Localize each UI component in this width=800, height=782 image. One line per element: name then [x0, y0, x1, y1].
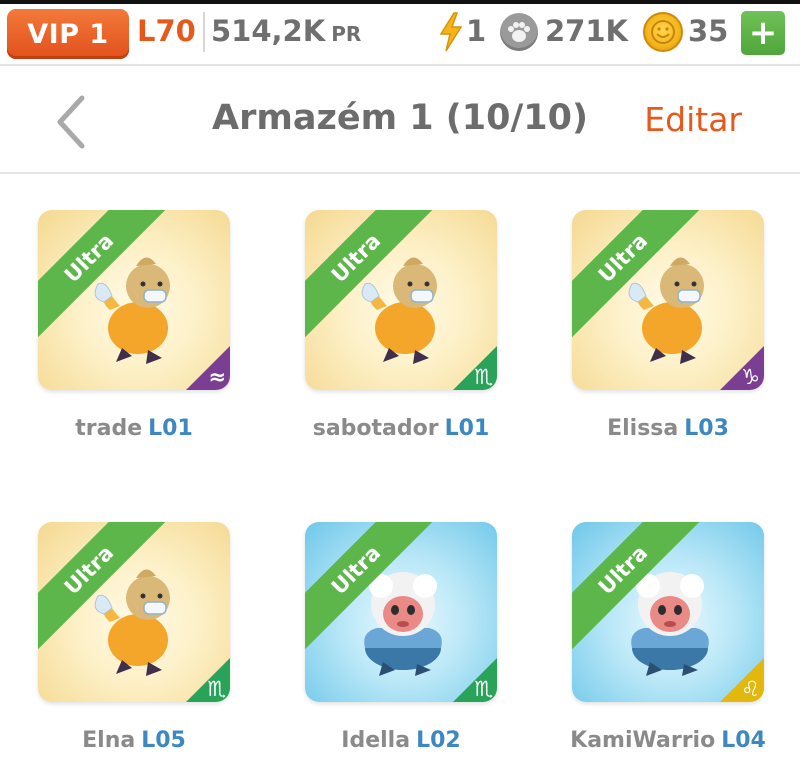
power-rating: 514,2K PR: [211, 14, 361, 48]
energy-count: 1: [466, 14, 487, 48]
zodiac-icon: ♏: [474, 677, 493, 701]
paw-icon: [500, 13, 538, 51]
page-header: Armazém 1 (10/10) Editar: [0, 68, 800, 174]
pet-card[interactable]: Ultra ♌: [572, 522, 764, 702]
pet-card[interactable]: Ultra ♏: [305, 210, 497, 390]
pet-name: Elissa: [607, 416, 679, 441]
pet-card[interactable]: Ultra ♏: [305, 522, 497, 702]
pet-name-label: Elna L05: [1, 728, 267, 753]
pet-card[interactable]: Ultra ♑: [572, 210, 764, 390]
edit-button[interactable]: Editar: [644, 100, 742, 139]
zodiac-icon: ♌: [741, 677, 760, 701]
power-unit: PR: [331, 22, 362, 46]
pet-name-label: Idella L02: [268, 728, 534, 753]
pet-level: L03: [684, 416, 729, 441]
pet-card[interactable]: Ultra ♏: [38, 522, 230, 702]
divider: [203, 12, 205, 52]
vip-badge[interactable]: VIP 1: [7, 9, 129, 59]
pet-name-label: KamiWarrio L04: [535, 728, 800, 753]
pet-name: KamiWarrio: [570, 728, 716, 753]
pet-name: Elna: [82, 728, 136, 753]
pet-name-label: trade L01: [1, 416, 267, 441]
lightning-icon: [439, 12, 463, 52]
status-bar: VIP 1 L70 514,2K PR 1 271K 35 +: [0, 0, 800, 66]
paw-count: 271K: [545, 14, 629, 48]
pet-level: L01: [444, 416, 490, 441]
player-level: L70: [137, 14, 196, 48]
coin-count: 35: [688, 14, 729, 48]
zodiac-icon: ♏: [207, 677, 226, 701]
pet-name: trade: [75, 416, 143, 441]
pet-card[interactable]: Ultra ≈: [38, 210, 230, 390]
pet-level: L02: [416, 728, 461, 753]
pet-name-label: sabotador L01: [268, 416, 534, 441]
add-coins-button[interactable]: +: [741, 11, 785, 55]
zodiac-icon: ≈: [208, 365, 226, 389]
power-value: 514,2K: [211, 14, 326, 48]
coin-icon: [643, 12, 683, 52]
pet-level: L01: [148, 416, 193, 441]
status-strip: [0, 0, 800, 4]
pet-level: L05: [141, 728, 186, 753]
zodiac-icon: ♑: [741, 365, 760, 389]
pet-name: sabotador: [312, 416, 439, 441]
zodiac-icon: ♏: [474, 365, 493, 389]
pet-level: L04: [721, 728, 766, 753]
pet-name: Idella: [341, 728, 411, 753]
pet-name-label: Elissa L03: [535, 416, 800, 441]
